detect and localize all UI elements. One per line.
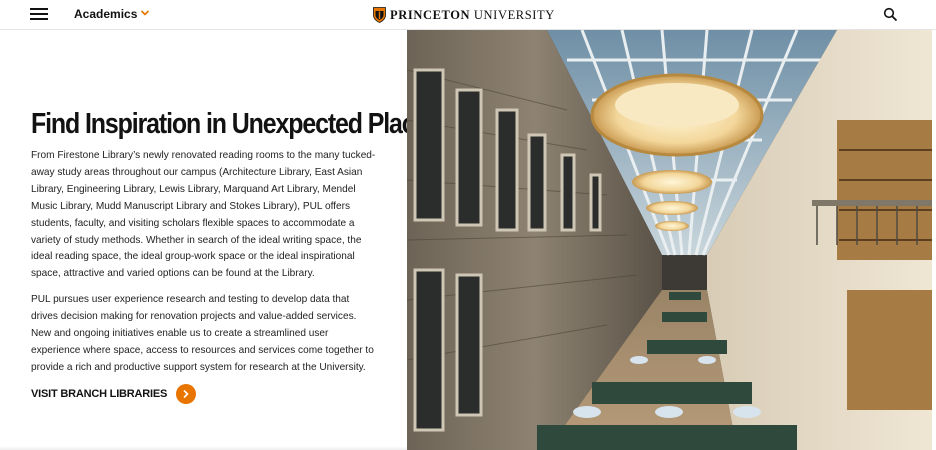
library-reading-room-photo [407, 30, 932, 450]
cta-button-circle[interactable] [176, 384, 197, 404]
brand-name-regular: UNIVERSITY [473, 7, 555, 22]
bottom-shadow [0, 446, 407, 450]
university-logo[interactable]: PRINCETON UNIVERSITY [373, 5, 555, 25]
search-icon[interactable] [883, 7, 898, 22]
princeton-shield-icon [373, 7, 386, 23]
site-header: Academics PRINCETON UNIVERSITY [0, 0, 936, 30]
reading-room-illustration [407, 30, 932, 450]
hamburger-menu-icon[interactable] [30, 8, 48, 21]
page-heading: Find Inspiration in Unexpected Places [31, 108, 441, 140]
intro-paragraph: From Firestone Library’s newly renovated… [31, 150, 376, 280]
page-edge [932, 30, 936, 450]
research-paragraph: PUL pursues user experience research and… [31, 294, 374, 373]
brand-name-bold: PRINCETON [390, 7, 471, 22]
nav-academics[interactable]: Academics [74, 7, 137, 21]
cta-label[interactable]: VISIT BRANCH LIBRARIES [31, 388, 167, 400]
arrow-right-icon [183, 389, 189, 399]
visit-branch-libraries-link[interactable]: VISIT BRANCH LIBRARIES [31, 384, 197, 404]
brand-name: PRINCETON UNIVERSITY [390, 8, 555, 23]
chevron-down-icon[interactable] [140, 8, 150, 18]
